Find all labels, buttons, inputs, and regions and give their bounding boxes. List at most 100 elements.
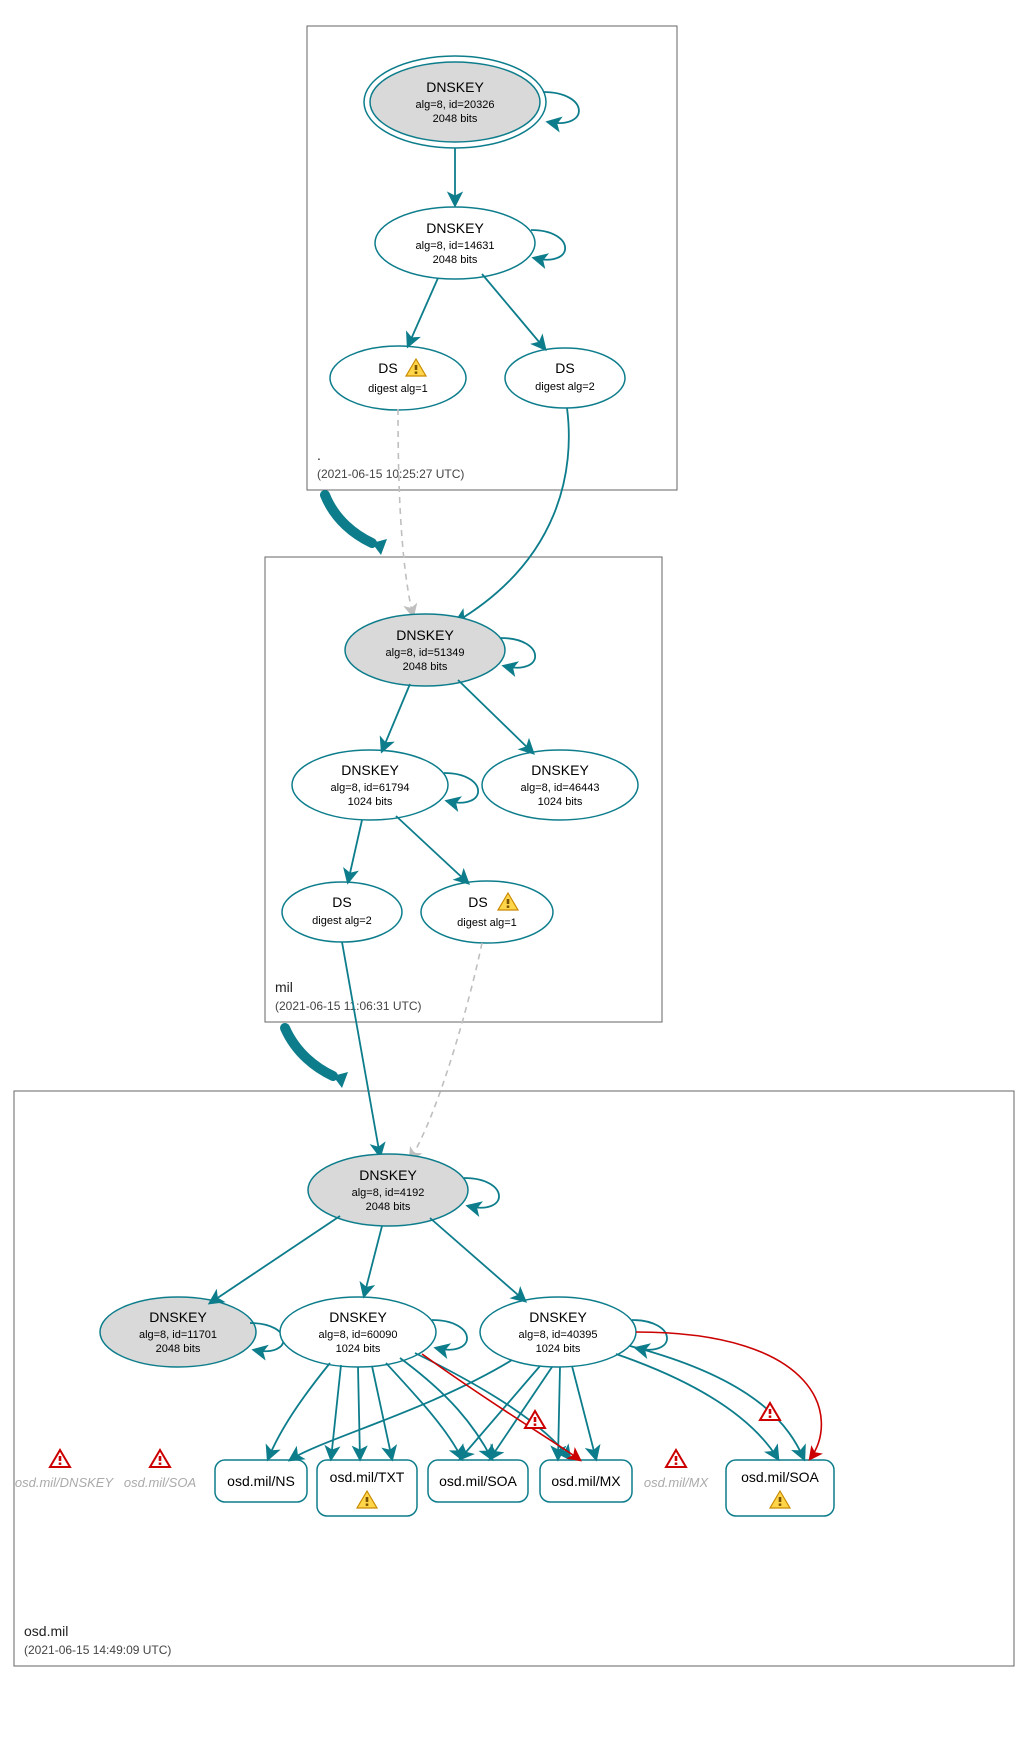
edge-osd-zsk2-self	[632, 1320, 667, 1350]
node-mil-ksk[interactable]: DNSKEY alg=8, id=51349 2048 bits	[345, 614, 505, 686]
e-zsk1-txt	[358, 1367, 360, 1459]
svg-text:DNSKEY: DNSKEY	[359, 1167, 417, 1183]
svg-text:DS: DS	[378, 360, 397, 376]
svg-text:DS: DS	[555, 360, 574, 376]
node-osd-zsk2[interactable]: DNSKEY alg=8, id=40395 1024 bits	[480, 1297, 636, 1367]
error-icon	[666, 1450, 686, 1467]
rrset-mx[interactable]: osd.mil/MX	[540, 1460, 632, 1502]
zone-osd-timestamp: (2021-06-15 14:49:09 UTC)	[24, 1643, 171, 1657]
edge-osdksk-zsk2	[430, 1218, 525, 1301]
zone-root-timestamp: (2021-06-15 10:25:27 UTC)	[317, 467, 464, 481]
edge-ds1-osdksk	[410, 943, 482, 1160]
e-zsk1-mx	[415, 1353, 570, 1459]
svg-text:DNSKEY: DNSKEY	[149, 1309, 207, 1325]
node-mil-zsk1[interactable]: DNSKEY alg=8, id=61794 1024 bits	[292, 750, 448, 820]
edge-root-zsk-ds1	[408, 278, 438, 346]
svg-text:digest alg=1: digest alg=1	[457, 917, 517, 929]
svg-text:osd.mil/SOA: osd.mil/SOA	[124, 1475, 196, 1490]
svg-text:DNSKEY: DNSKEY	[426, 79, 484, 95]
rrset-soa[interactable]: osd.mil/SOA	[428, 1460, 528, 1502]
svg-text:osd.mil/MX: osd.mil/MX	[644, 1475, 710, 1490]
svg-text:1024 bits: 1024 bits	[336, 1343, 381, 1355]
node-root-ds2[interactable]: DS digest alg=2	[505, 348, 625, 408]
e-zsk1-txt-l	[331, 1365, 341, 1459]
edge-mil-ksk-self	[501, 638, 535, 668]
delegation-mil-osd	[285, 1028, 333, 1076]
rrset-soa2[interactable]: osd.mil/SOA	[726, 1460, 834, 1516]
svg-text:osd.mil/SOA: osd.mil/SOA	[439, 1473, 517, 1489]
rrset-txt[interactable]: osd.mil/TXT	[317, 1460, 417, 1516]
svg-text:1024 bits: 1024 bits	[348, 796, 393, 808]
svg-text:alg=8, id=46443: alg=8, id=46443	[521, 782, 600, 794]
edge-milksk-zsk2	[458, 680, 533, 753]
svg-text:DNSKEY: DNSKEY	[396, 627, 454, 643]
node-root-zsk[interactable]: DNSKEY alg=8, id=14631 2048 bits	[375, 207, 535, 279]
edge-ds2-osdksk	[342, 942, 380, 1156]
svg-text:DS: DS	[332, 894, 351, 910]
edge-osdksk-zsk1	[364, 1226, 382, 1296]
edge-osd-zsk1-self	[432, 1320, 467, 1350]
svg-text:osd.mil/SOA: osd.mil/SOA	[741, 1469, 819, 1485]
svg-text:digest alg=1: digest alg=1	[368, 383, 428, 395]
svg-text:DNSKEY: DNSKEY	[329, 1309, 387, 1325]
svg-text:alg=8, id=61794: alg=8, id=61794	[331, 782, 410, 794]
rrset-ghost-mx: osd.mil/MX	[644, 1450, 710, 1490]
svg-text:digest alg=2: digest alg=2	[535, 381, 595, 393]
svg-text:alg=8, id=4192: alg=8, id=4192	[352, 1187, 425, 1199]
dnssec-authentication-graph: . (2021-06-15 10:25:27 UTC) DNSKEY alg=8…	[0, 0, 1027, 1741]
svg-text:alg=8, id=60090: alg=8, id=60090	[319, 1329, 398, 1341]
e-zsk2-mx-r	[572, 1366, 596, 1459]
edge-milzsk1-ds1	[396, 816, 468, 883]
svg-text:alg=8, id=11701: alg=8, id=11701	[139, 1329, 217, 1341]
edge-osdksk-zsk0	[210, 1216, 340, 1303]
svg-text:2048 bits: 2048 bits	[366, 1201, 411, 1213]
edge-milksk-zsk1	[382, 684, 410, 751]
edge-root-zsk-self	[531, 230, 565, 260]
svg-text:osd.mil/NS: osd.mil/NS	[227, 1473, 295, 1489]
rrset-ghost-dnskey: osd.mil/DNSKEY	[15, 1450, 115, 1490]
svg-text:alg=8, id=14631: alg=8, id=14631	[416, 240, 495, 252]
node-root-ds1[interactable]: DS digest alg=1	[330, 346, 466, 410]
node-mil-ds2[interactable]: DS digest alg=2	[282, 882, 402, 942]
svg-text:osd.mil/TXT: osd.mil/TXT	[330, 1469, 405, 1485]
edge-ds2-milksk	[456, 408, 569, 622]
e-zsk1-txt-r	[372, 1366, 392, 1459]
zone-osd-name: osd.mil	[24, 1623, 68, 1639]
svg-text:DS: DS	[468, 894, 487, 910]
svg-text:osd.mil/DNSKEY: osd.mil/DNSKEY	[15, 1475, 115, 1490]
edge-root-ksk-self	[543, 92, 579, 123]
node-mil-zsk2[interactable]: DNSKEY alg=8, id=46443 1024 bits	[482, 750, 638, 820]
svg-text:2048 bits: 2048 bits	[433, 113, 478, 125]
error-icon	[50, 1450, 70, 1467]
zone-mil-timestamp: (2021-06-15 11:06:31 UTC)	[275, 999, 422, 1013]
svg-text:DNSKEY: DNSKEY	[426, 220, 484, 236]
error-icon	[150, 1450, 170, 1467]
svg-text:1024 bits: 1024 bits	[538, 796, 583, 808]
delegation-root-mil	[325, 495, 372, 543]
edge-osd-ksk-self	[464, 1178, 499, 1208]
svg-text:2048 bits: 2048 bits	[433, 254, 478, 266]
node-osd-zsk0[interactable]: DNSKEY alg=8, id=11701 2048 bits	[100, 1297, 256, 1367]
svg-text:2048 bits: 2048 bits	[156, 1343, 201, 1355]
svg-text:osd.mil/MX: osd.mil/MX	[551, 1473, 621, 1489]
svg-text:alg=8, id=51349: alg=8, id=51349	[386, 647, 465, 659]
node-root-ksk[interactable]: DNSKEY alg=8, id=20326 2048 bits	[364, 56, 546, 148]
edge-ds1-milksk	[398, 409, 413, 616]
rrset-ns[interactable]: osd.mil/NS	[215, 1460, 307, 1502]
node-osd-zsk1[interactable]: DNSKEY alg=8, id=60090 1024 bits	[280, 1297, 436, 1367]
svg-text:digest alg=2: digest alg=2	[312, 915, 372, 927]
edge-root-zsk-ds2	[482, 274, 545, 349]
edge-mil-zsk1-self	[444, 773, 478, 803]
svg-text:alg=8, id=20326: alg=8, id=20326	[416, 99, 495, 111]
node-osd-ksk[interactable]: DNSKEY alg=8, id=4192 2048 bits	[308, 1154, 468, 1226]
zone-mil-name: mil	[275, 979, 293, 995]
svg-text:DNSKEY: DNSKEY	[341, 762, 399, 778]
svg-text:alg=8, id=40395: alg=8, id=40395	[519, 1329, 598, 1341]
node-mil-ds1[interactable]: DS digest alg=1	[421, 881, 553, 943]
e-zsk2-ns	[290, 1360, 512, 1460]
svg-text:DNSKEY: DNSKEY	[529, 1309, 587, 1325]
svg-text:1024 bits: 1024 bits	[536, 1343, 581, 1355]
e-zsk2-soa2-r	[630, 1346, 804, 1459]
rrset-ghost-soa1: osd.mil/SOA	[124, 1450, 196, 1490]
zone-osd-box	[14, 1091, 1014, 1666]
